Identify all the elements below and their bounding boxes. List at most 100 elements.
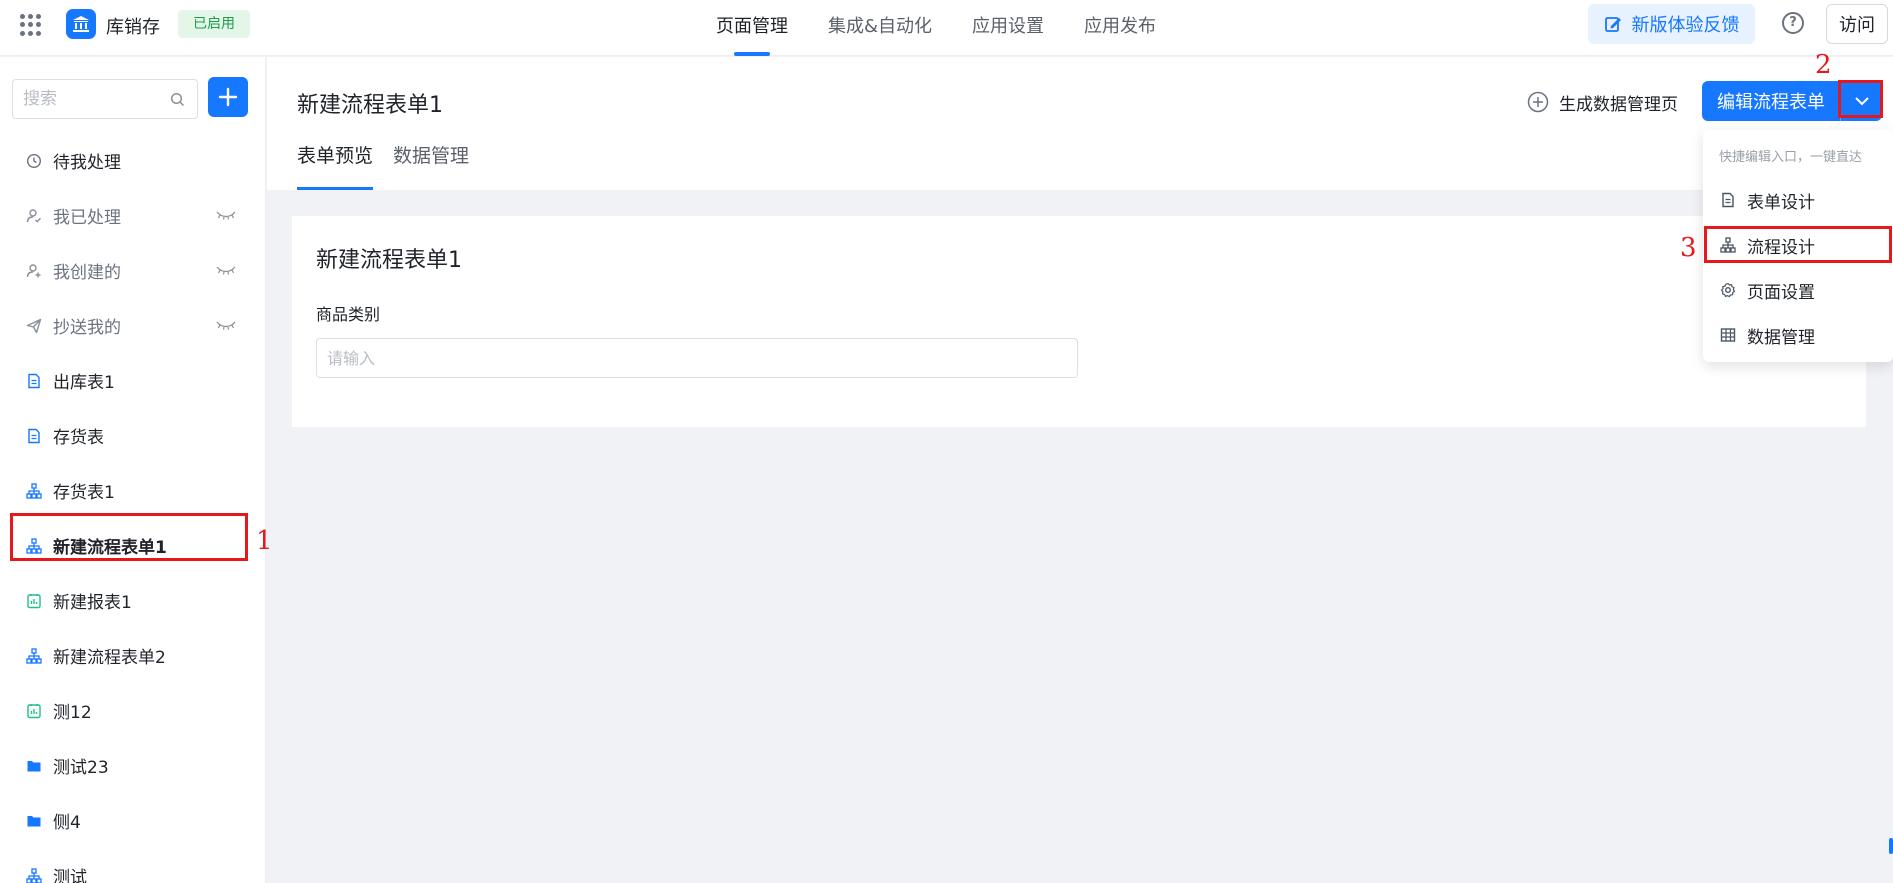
search-icon[interactable] — [170, 92, 185, 107]
sidebar-item-pending[interactable]: 待我处理 — [0, 133, 265, 188]
tab-data-management[interactable]: 数据管理 — [393, 125, 469, 190]
generate-label: 生成数据管理页 — [1559, 94, 1678, 114]
folder-icon — [24, 756, 44, 776]
form-doc-icon — [24, 426, 44, 446]
sidebar-item-created[interactable]: 我创建的 — [0, 243, 265, 298]
sidebar-item-cc[interactable]: 抄送我的 — [0, 298, 265, 353]
menu-item-label: 数据管理 — [1747, 327, 1815, 348]
form-doc-icon — [24, 371, 44, 391]
edit-note-icon — [1604, 17, 1621, 32]
nav-app-publish[interactable]: 应用发布 — [1084, 0, 1156, 56]
sidebar: 待我处理 我已处理 我创建的 抄送我的 出库表1 存货表 存货表1 — [0, 57, 266, 883]
flow-icon — [24, 481, 44, 501]
flow-icon — [1719, 236, 1737, 254]
form-title: 新建流程表单1 — [316, 248, 462, 273]
nav-integration-automation[interactable]: 集成&自动化 — [828, 0, 932, 56]
annotation-number-3: 3 — [1680, 233, 1697, 263]
tabs: 表单预览 数据管理 — [297, 125, 469, 190]
sidebar-item-outbound-1[interactable]: 出库表1 — [0, 353, 265, 408]
flow-icon — [24, 536, 44, 556]
table-icon — [1719, 326, 1737, 344]
form-doc-icon — [1719, 191, 1737, 209]
sidebar-item-label: 我创建的 — [53, 263, 121, 283]
clock-icon — [24, 151, 44, 171]
main-header: 新建流程表单1 生成数据管理页 编辑流程表单 表单预览 数据管理 — [267, 57, 1893, 190]
app-grid-icon[interactable] — [20, 14, 42, 36]
sidebar-item-label: 抄送我的 — [53, 318, 121, 338]
status-badge: 已启用 — [178, 10, 250, 38]
menu-item-label: 流程设计 — [1747, 237, 1815, 258]
menu-hint: 快捷编辑入口，一键直达 — [1719, 150, 1863, 165]
sidebar-item-label: 我已处理 — [53, 208, 121, 228]
sidebar-item-label: 新建流程表单1 — [53, 538, 167, 558]
menu-item-form-design[interactable]: 表单设计 — [1703, 178, 1893, 222]
sidebar-item-inventory-1[interactable]: 存货表1 — [0, 463, 265, 518]
sidebar-list: 待我处理 我已处理 我创建的 抄送我的 出库表1 存货表 存货表1 新建流程表单… — [0, 133, 265, 883]
feedback-button[interactable]: 新版体验反馈 — [1588, 4, 1755, 44]
sidebar-item-label: 测试23 — [53, 758, 109, 778]
search-input[interactable] — [13, 80, 163, 118]
nav-page-management[interactable]: 页面管理 — [716, 0, 788, 56]
add-page-button[interactable] — [208, 77, 248, 117]
edit-dropdown-menu: 快捷编辑入口，一键直达 表单设计 流程设计 页面设置 数据管理 — [1703, 130, 1893, 362]
chevron-down-icon — [1854, 97, 1869, 106]
sidebar-item-test[interactable]: 测试 — [0, 848, 265, 883]
sidebar-item-label: 测试 — [53, 868, 87, 883]
annotation-number-1: 1 — [256, 526, 273, 556]
user-check-icon — [24, 206, 44, 226]
scroll-edge-marker — [1889, 838, 1893, 854]
tab-form-preview[interactable]: 表单预览 — [297, 125, 374, 190]
generate-data-page-button[interactable]: 生成数据管理页 — [1527, 87, 1678, 117]
sidebar-item-label: 新建报表1 — [53, 593, 132, 613]
sidebar-item-new-flow-form-1[interactable]: 新建流程表单1 — [0, 518, 265, 573]
eye-closed-icon[interactable] — [216, 320, 236, 330]
flow-icon — [24, 646, 44, 666]
sidebar-item-inventory[interactable]: 存货表 — [0, 408, 265, 463]
flow-icon — [24, 866, 44, 883]
send-icon — [24, 316, 44, 336]
help-icon[interactable]: ? — [1782, 12, 1804, 34]
form-preview-card: 新建流程表单1 商品类别 — [292, 216, 1866, 427]
top-nav: 页面管理 集成&自动化 应用设置 应用发布 — [716, 0, 1156, 56]
top-bar: 库销存 已启用 页面管理 集成&自动化 应用设置 应用发布 新版体验反馈 ? 访… — [0, 0, 1893, 56]
gear-icon — [1719, 281, 1737, 299]
report-icon — [24, 591, 44, 611]
sidebar-item-test-23[interactable]: 测试23 — [0, 738, 265, 793]
menu-item-flow-design[interactable]: 流程设计 — [1703, 223, 1893, 267]
page-title: 新建流程表单1 — [297, 93, 443, 118]
app-logo-icon — [66, 9, 96, 39]
menu-item-label: 表单设计 — [1747, 192, 1815, 213]
sidebar-item-test-12[interactable]: 测12 — [0, 683, 265, 738]
sidebar-item-processed[interactable]: 我已处理 — [0, 188, 265, 243]
sidebar-item-label: 存货表1 — [53, 483, 115, 503]
product-category-input[interactable] — [316, 338, 1078, 378]
app-name: 库销存 — [106, 17, 160, 38]
sidebar-item-label: 新建流程表单2 — [53, 648, 166, 668]
user-add-icon — [24, 261, 44, 281]
sidebar-item-label: 待我处理 — [53, 153, 121, 173]
sidebar-item-label: 存货表 — [53, 428, 104, 448]
menu-item-label: 页面设置 — [1747, 282, 1815, 303]
annotation-number-2: 2 — [1815, 50, 1832, 80]
menu-item-data-management[interactable]: 数据管理 — [1703, 313, 1893, 357]
sidebar-item-label: 出库表1 — [53, 373, 115, 393]
search-box — [12, 79, 198, 119]
sidebar-item-side-4[interactable]: 侧4 — [0, 793, 265, 848]
plus-circle-icon — [1527, 91, 1549, 113]
edit-flow-form-button[interactable]: 编辑流程表单 — [1702, 81, 1840, 121]
menu-item-page-settings[interactable]: 页面设置 — [1703, 268, 1893, 312]
eye-closed-icon[interactable] — [216, 265, 236, 275]
feedback-label: 新版体验反馈 — [1631, 15, 1740, 35]
report-icon — [24, 701, 44, 721]
nav-app-settings[interactable]: 应用设置 — [972, 0, 1044, 56]
plus-icon — [218, 87, 238, 107]
visit-button[interactable]: 访问 — [1826, 4, 1888, 44]
eye-closed-icon[interactable] — [216, 210, 236, 220]
folder-icon — [24, 811, 44, 831]
sidebar-item-new-flow-form-2[interactable]: 新建流程表单2 — [0, 628, 265, 683]
sidebar-item-new-report-1[interactable]: 新建报表1 — [0, 573, 265, 628]
field-label: 商品类别 — [316, 305, 381, 324]
edit-dropdown-toggle[interactable] — [1840, 81, 1882, 121]
sidebar-item-label: 侧4 — [53, 813, 81, 833]
sidebar-item-label: 测12 — [53, 703, 92, 723]
